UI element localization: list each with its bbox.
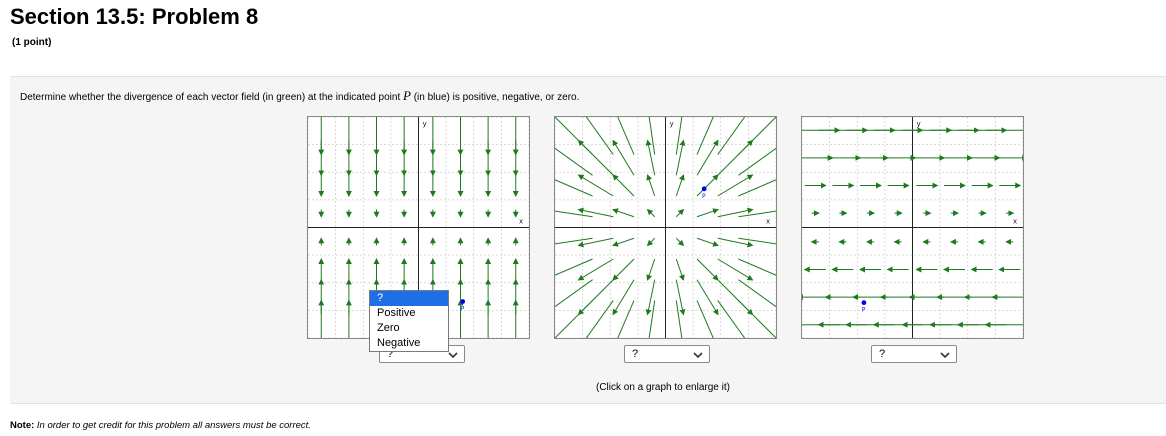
vector-arrow — [585, 300, 614, 338]
note-text: In order to get credit for this problem … — [34, 420, 311, 431]
vector-arrow — [648, 117, 656, 155]
x-axis-label: x — [1013, 219, 1017, 227]
answer-select-2-value: ? — [632, 348, 639, 360]
vector-arrow — [617, 300, 635, 338]
vector-arrow — [675, 237, 685, 247]
vector-arrow — [646, 237, 656, 247]
vector-arrow — [555, 147, 593, 176]
vector-arrow — [555, 210, 593, 218]
enlarge-hint: (Click on a graph to enlarge it) — [596, 382, 730, 393]
answer-select-3[interactable]: ? — [871, 345, 957, 363]
chevron-down-icon — [448, 350, 458, 362]
vector-arrow — [612, 208, 635, 218]
answer-select-2[interactable]: ? — [624, 345, 710, 363]
y-axis-label: y — [917, 121, 921, 129]
point-p-label: P — [862, 307, 866, 314]
vector-arrow — [738, 117, 776, 155]
problem-statement: Determine whether the divergence of each… — [20, 88, 579, 104]
vector-arrow — [696, 117, 714, 155]
x-axis-label: x — [519, 219, 523, 227]
answer-select-3-value: ? — [879, 348, 886, 360]
vector-field-plot: x y P — [802, 117, 1023, 338]
vector-arrow — [675, 300, 683, 338]
vector-arrow — [696, 300, 714, 338]
point-p-marker — [701, 186, 707, 192]
vector-arrow — [717, 117, 746, 155]
answer-dropdown-list: ? Positive Zero Negative — [369, 290, 449, 352]
vector-arrow — [717, 300, 746, 338]
point-value: (1 point) — [12, 37, 52, 48]
vector-arrow — [555, 279, 593, 308]
vector-arrow — [696, 174, 719, 197]
footer-note: Note: In order to get credit for this pr… — [10, 420, 311, 431]
point-symbol: P — [403, 88, 411, 103]
vector-arrow — [717, 258, 754, 281]
vector-arrow — [555, 258, 593, 276]
vector-arrow — [675, 208, 685, 218]
point-p-label: P — [702, 193, 706, 200]
note-label: Note: — [10, 420, 35, 431]
vector-arrow — [675, 174, 685, 197]
vector-arrow — [696, 237, 719, 247]
y-axis-label: y — [670, 121, 674, 129]
vector-arrow — [675, 258, 685, 281]
vector-arrow — [696, 279, 719, 316]
vector-arrow — [612, 279, 635, 316]
dropdown-option-positive[interactable]: Positive — [370, 306, 448, 321]
vector-arrow — [555, 237, 593, 245]
prompt-text-2: (in blue) is positive, negative, or zero… — [410, 92, 580, 103]
vector-arrow — [738, 279, 776, 308]
dropdown-option-zero[interactable]: Zero — [370, 321, 448, 336]
vector-arrow — [612, 174, 635, 197]
vector-arrow — [577, 139, 614, 176]
vector-arrow — [577, 174, 614, 197]
y-axis-label: y — [423, 121, 427, 129]
vector-arrow — [612, 237, 635, 247]
vector-arrow — [617, 117, 635, 155]
vector-field-graph-3[interactable]: x y P — [801, 116, 1024, 339]
dropdown-option-unknown[interactable]: ? — [370, 291, 448, 306]
vector-arrow — [585, 117, 614, 155]
vector-arrow — [646, 208, 656, 218]
vector-arrow — [738, 300, 776, 338]
point-p-marker — [460, 299, 466, 304]
vector-arrow — [646, 174, 656, 197]
vector-field-graph-2[interactable]: x y P — [554, 116, 777, 339]
chevron-down-icon — [693, 350, 703, 362]
x-axis-label: x — [766, 219, 770, 227]
vector-arrow — [612, 139, 635, 176]
vector-arrow — [738, 237, 776, 245]
vector-arrow — [646, 258, 656, 281]
vector-arrow — [696, 139, 719, 176]
vector-arrow — [696, 208, 719, 218]
dropdown-option-negative[interactable]: Negative — [370, 336, 448, 351]
vector-arrow — [738, 179, 776, 197]
vector-arrow — [577, 258, 614, 281]
vector-arrow — [648, 300, 656, 338]
point-p-marker — [861, 300, 867, 306]
vector-arrow — [738, 258, 776, 276]
point-p-label: P — [461, 306, 465, 313]
vector-arrow — [612, 258, 635, 281]
problem-panel: Determine whether the divergence of each… — [10, 76, 1166, 404]
vector-field-plot: x y P — [555, 117, 776, 338]
vector-arrow — [675, 117, 683, 155]
page-title: Section 13.5: Problem 8 — [10, 4, 259, 29]
vector-arrow — [717, 174, 754, 197]
vector-arrow — [577, 279, 614, 316]
vector-arrow — [555, 179, 593, 197]
chevron-down-icon — [940, 350, 950, 362]
vector-arrow — [696, 258, 719, 281]
vector-arrow — [738, 210, 776, 218]
vector-arrow — [738, 147, 776, 176]
prompt-text-1: Determine whether the divergence of each… — [20, 92, 403, 103]
